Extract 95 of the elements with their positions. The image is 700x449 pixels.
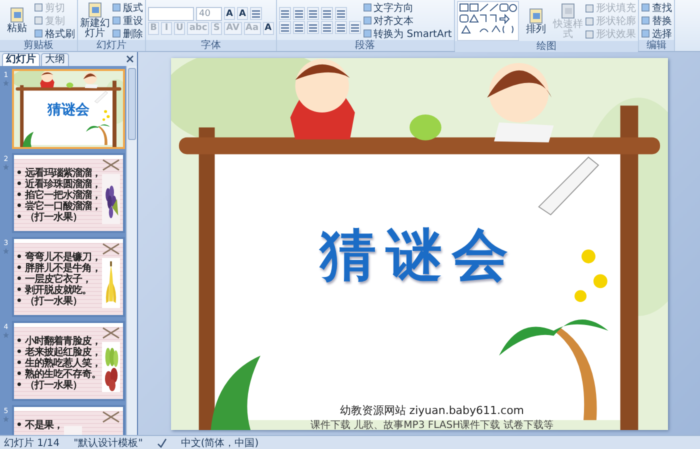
ribbon-button[interactable]: 查找 — [640, 2, 672, 14]
star-icon — [3, 416, 9, 422]
format-button[interactable]: A — [237, 7, 248, 20]
bow-icon — [101, 159, 121, 171]
shapes-icon — [458, 2, 518, 36]
dropdown-field[interactable] — [148, 6, 194, 20]
riddle-line: • 不是果， — [16, 420, 63, 431]
ribbon-button[interactable]: 转换为 SmartArt — [362, 28, 452, 40]
slide-title: 猜谜会 — [46, 101, 90, 119]
riddle-line: • （打一水果） — [16, 380, 83, 391]
format-button[interactable]: A — [262, 22, 274, 34]
group-label: 编辑 — [638, 40, 674, 51]
ribbon-button[interactable]: 重设 — [112, 14, 143, 26]
riddle-line: • 掐它一把水溜溜， — [16, 190, 101, 201]
status-text: "默认设计模板" — [74, 436, 143, 449]
tool-button[interactable] — [320, 7, 333, 20]
site-caption: 幼教资源网站 ziyuan.baby611.com — [340, 402, 524, 418]
lines-icon — [336, 22, 346, 32]
riddle-line: • 老来披起红脸皮， — [16, 347, 101, 358]
star-icon — [3, 80, 9, 86]
close-icon[interactable] — [126, 55, 134, 63]
ribbon-button[interactable]: 删除 — [112, 28, 143, 40]
ribbon-button[interactable]: 粘贴 — [2, 7, 32, 34]
group-label: 字体 — [146, 40, 276, 51]
riddle-line: • 剥开脱皮就吃。 — [16, 285, 92, 296]
tool-button[interactable] — [306, 7, 319, 20]
riddle-line: • 熟的生吃不存奇。 — [16, 369, 101, 380]
tool-button[interactable] — [292, 21, 305, 34]
group-label: 剪贴板 — [0, 40, 77, 51]
scrollbar[interactable] — [126, 66, 137, 435]
riddle-line: • 生的熟吃惹人笑， — [16, 358, 101, 369]
tool-button[interactable] — [348, 21, 361, 34]
spellcheck-icon[interactable] — [156, 438, 167, 448]
document-icon — [560, 2, 576, 18]
pane-tab[interactable]: 幻灯片 — [2, 53, 40, 66]
lines-icon — [336, 8, 346, 18]
riddle-line: • 尝它一口酸溜溜， — [16, 201, 101, 212]
slide-thumbnail[interactable]: • 小时翻着青脸皮， • 老来披起红脸皮， • 生的熟吃惹人笑， • 熟的生吃不存奇。 • （打一水果） — [12, 321, 125, 401]
lines-icon — [294, 8, 304, 18]
tool-button[interactable] — [278, 21, 291, 34]
ribbon-button[interactable]: 选择 — [640, 28, 672, 40]
ribbon-button[interactable]: 版式 — [112, 2, 143, 14]
lines-icon — [251, 8, 261, 18]
slide-title: 猜谜会 — [318, 222, 519, 290]
tool-button[interactable] — [292, 7, 305, 20]
ribbon-button[interactable]: 对齐文本 — [362, 14, 414, 26]
document-icon — [528, 8, 544, 24]
shapes-gallery[interactable] — [456, 1, 519, 41]
document-icon — [87, 2, 103, 18]
lines-icon — [308, 8, 318, 18]
tool-button[interactable] — [306, 21, 319, 34]
status-text: 幻灯片 1/14 — [4, 436, 60, 449]
star-icon — [3, 332, 9, 338]
tool-button[interactable] — [320, 21, 333, 34]
bow-icon — [101, 243, 121, 255]
lines-icon — [294, 22, 304, 32]
slide-thumbnail[interactable]: 猜谜会 — [12, 69, 125, 149]
tool-button[interactable] — [334, 7, 347, 20]
riddle-line: • （打一水果） — [16, 296, 83, 307]
riddle-line: • 小时翻着青脸皮， — [16, 336, 101, 347]
slide-thumbnail[interactable]: • 弯弯儿不是镰刀， • 胖胖儿不是牛角， • 一层皮它衣子， • 剥开脱皮就吃。 • （打一水果） — [12, 237, 125, 317]
riddle-line: • 弯弯儿不是镰刀， — [16, 252, 101, 263]
group-label: 绘图 — [454, 41, 638, 52]
ribbon-button[interactable]: 排列 — [520, 8, 551, 34]
ribbon-button[interactable]: 格式刷 — [34, 28, 75, 40]
lines-icon — [280, 22, 290, 32]
tool-button[interactable] — [334, 21, 347, 34]
bow-icon — [101, 327, 121, 339]
document-icon — [9, 7, 25, 23]
status-text: 中文(简体，中国) — [180, 436, 259, 449]
riddle-line: • （打一水果） — [16, 212, 83, 223]
lines-icon — [350, 22, 360, 32]
lines-icon — [322, 8, 332, 18]
ribbon-button[interactable]: 文字方向 — [362, 2, 414, 14]
ribbon-button[interactable]: 替换 — [640, 14, 672, 26]
pane-tab[interactable]: 大纲 — [41, 53, 69, 66]
tool-button[interactable] — [278, 7, 291, 20]
bow-icon — [101, 411, 121, 423]
star-icon — [3, 164, 9, 170]
riddle-line: • 近看珍珠圆溜溜， — [16, 179, 101, 190]
group-label: 幻灯片 — [78, 40, 145, 51]
slide-thumbnail[interactable]: • 不是果， — [12, 405, 125, 435]
lines-icon — [280, 8, 290, 18]
tool-button[interactable] — [250, 7, 262, 20]
group-label: 段落 — [276, 40, 454, 51]
ribbon-button[interactable]: 新建幻灯片 — [80, 2, 110, 39]
site-caption: 课件下载 儿歌、故事MP3 FLASH课件下载 试卷下载等 — [310, 418, 554, 432]
slide-thumbnail[interactable]: • 远看玛瑙紫溜溜， • 近看珍珠圆溜溜， • 掐它一把水溜溜， • 尝它一口酸溜溜， • （打一水果） — [12, 153, 125, 233]
riddle-line: • 一层皮它衣子， — [16, 274, 92, 285]
riddle-line: • 胖胖儿不是牛角， — [16, 263, 101, 274]
riddle-line: • 远看玛瑙紫溜溜， — [16, 168, 101, 179]
format-button[interactable]: A — [224, 7, 235, 20]
lines-icon — [308, 22, 318, 32]
star-icon — [3, 248, 9, 254]
lines-icon — [322, 22, 332, 32]
